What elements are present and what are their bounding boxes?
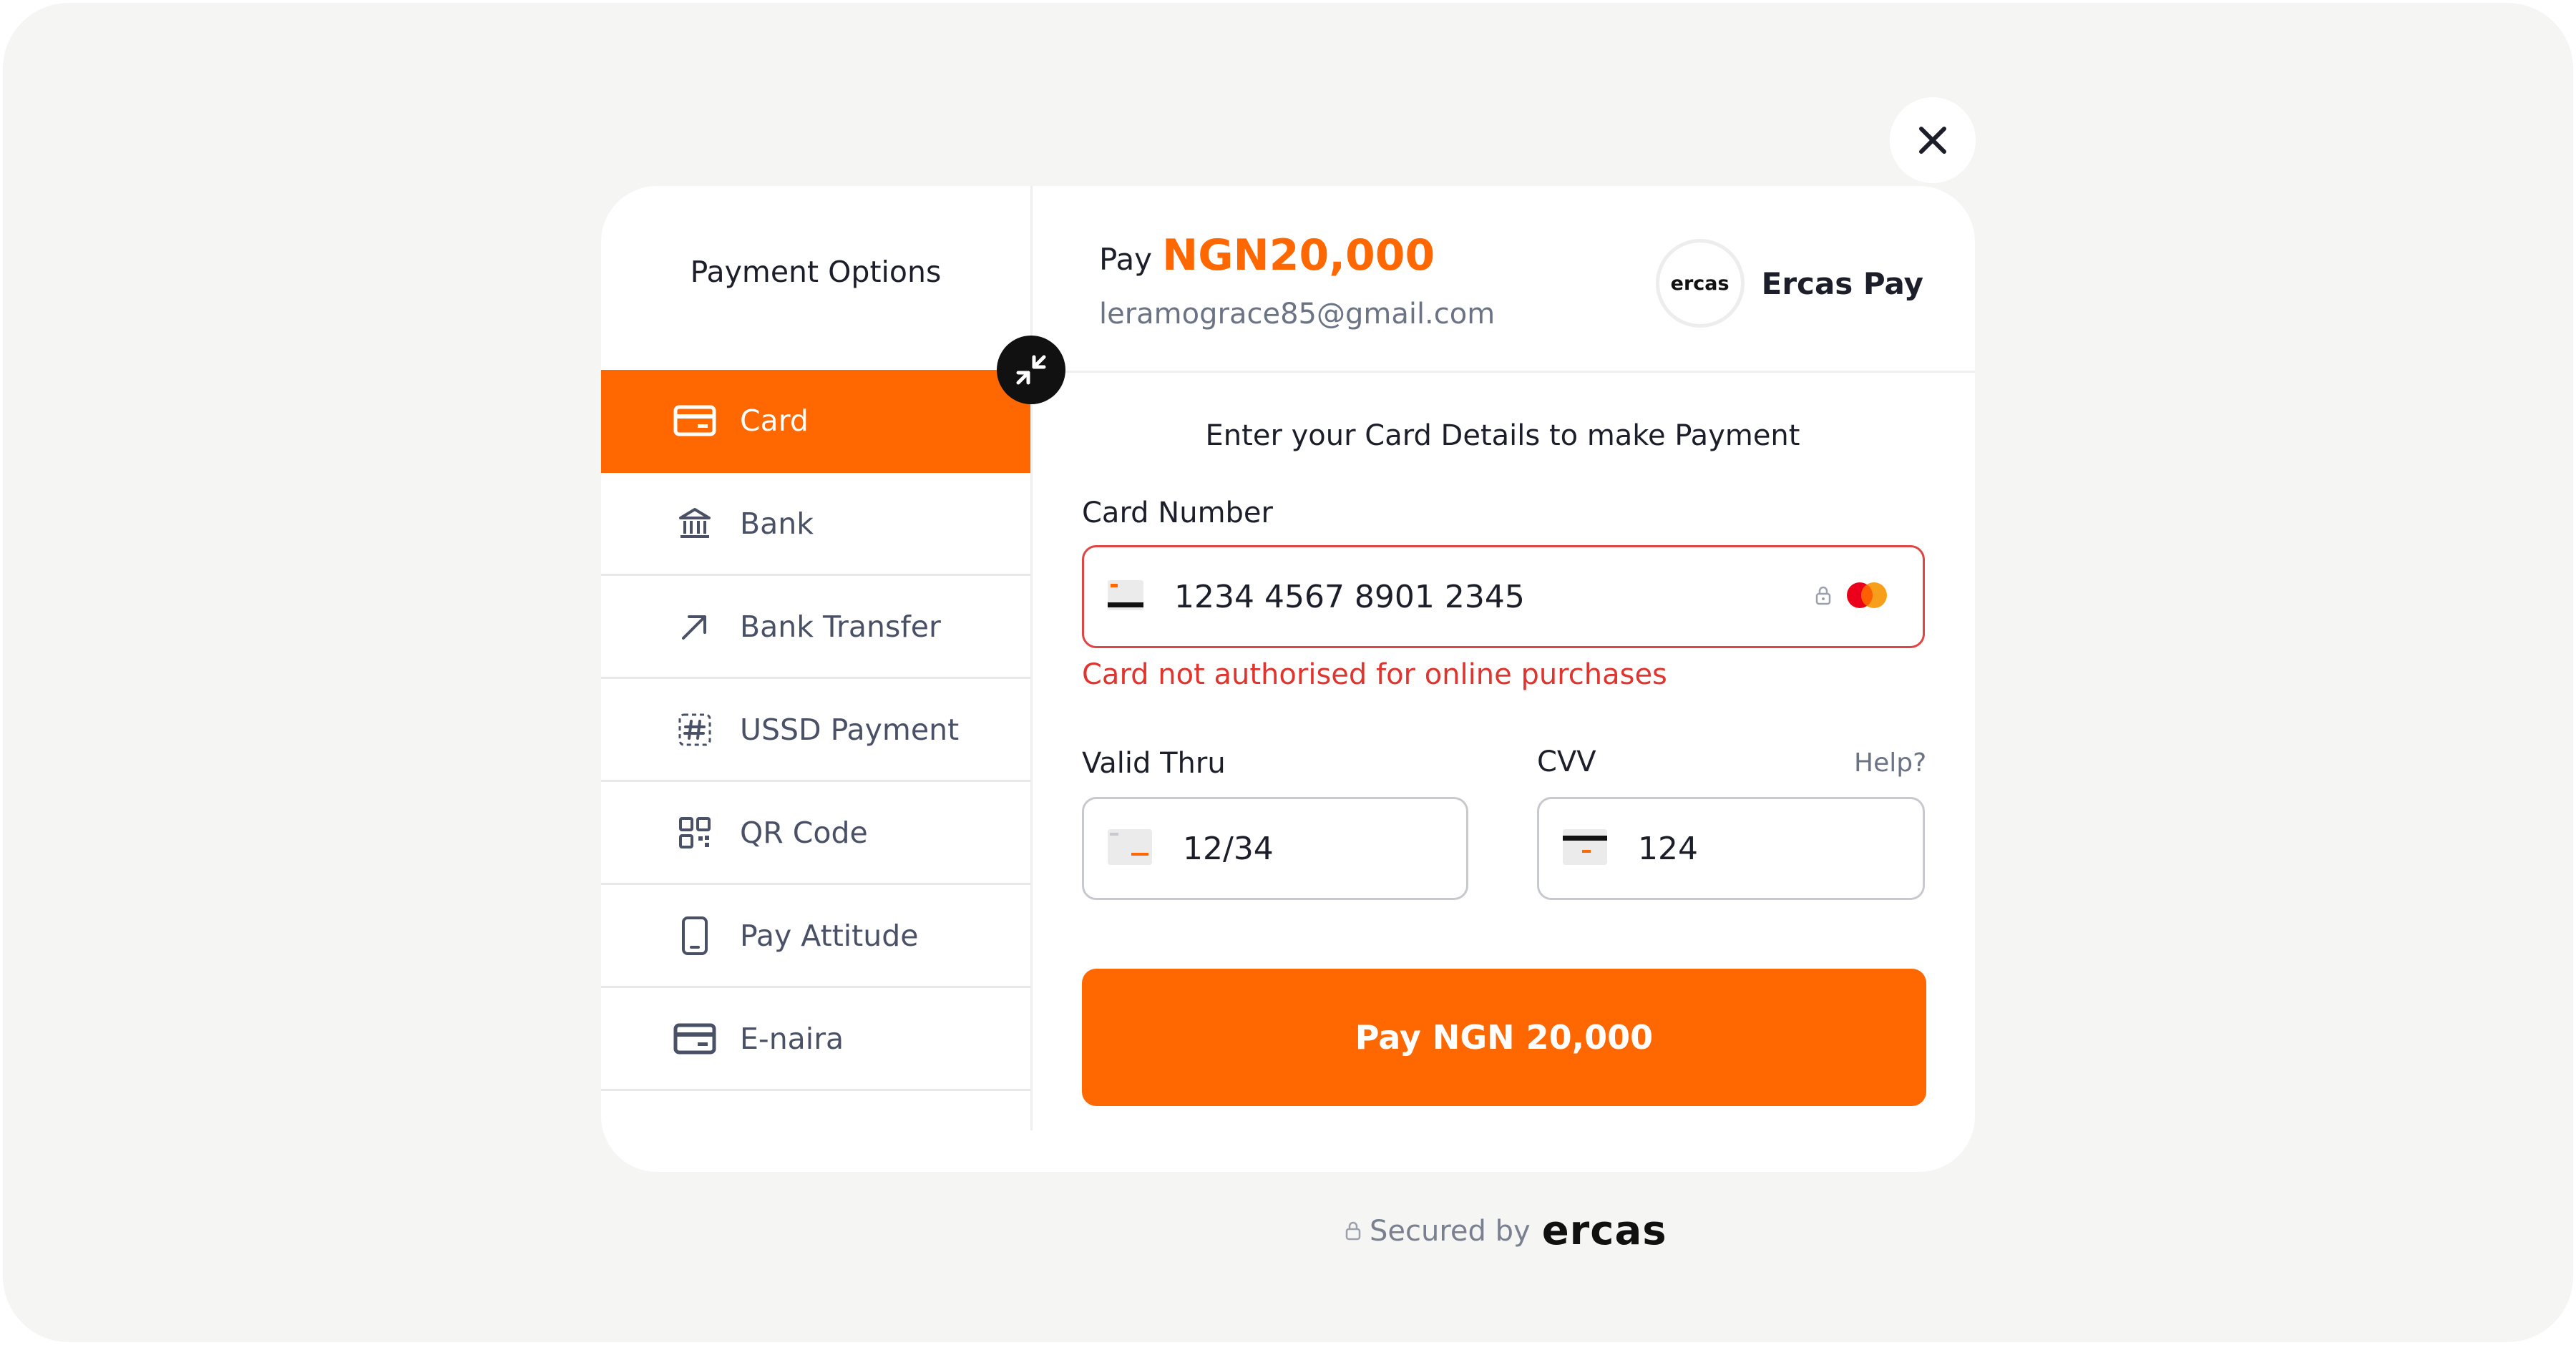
sidebar-item-label: E-naira <box>740 1021 844 1056</box>
card-number-label: Card Number <box>1082 497 1273 529</box>
credit-card-icon <box>673 1017 717 1061</box>
lock-icon <box>1815 585 1831 608</box>
sidebar-item-label: USSD Payment <box>740 712 960 747</box>
sidebar-item-bank[interactable]: Bank <box>601 473 1030 576</box>
cvv-label: CVV <box>1537 745 1596 778</box>
sidebar-item-label: Bank Transfer <box>740 609 941 644</box>
card-back-icon <box>1562 828 1608 869</box>
bank-icon <box>673 502 717 546</box>
sidebar-item-label: Bank <box>740 506 814 541</box>
form-instruction: Enter your Card Details to make Payment <box>1205 419 1800 452</box>
payment-options-sidebar: Payment Options Card Bank Bank Transfer <box>601 186 1033 1130</box>
card-expiry-icon <box>1107 828 1153 869</box>
valid-thru-label: Valid Thru <box>1082 747 1226 780</box>
merchant-logo: ercas <box>1655 239 1745 328</box>
sidebar-item-card[interactable]: Card <box>601 370 1030 473</box>
sidebar-item-label: Card <box>740 403 809 438</box>
sidebar-item-pay-attitude[interactable]: Pay Attitude <box>601 885 1030 988</box>
hashtag-icon <box>673 708 717 752</box>
valid-thru-field[interactable] <box>1082 797 1575 900</box>
qr-code-icon <box>673 811 717 855</box>
pay-amount: NGN20,000 <box>1162 230 1435 280</box>
mastercard-icon <box>1844 581 1890 612</box>
pay-label: Pay <box>1099 242 1153 277</box>
secured-footer: Secured by ercas <box>1345 1208 1667 1254</box>
close-icon <box>1919 127 1946 154</box>
collapse-icon <box>1016 355 1046 385</box>
sidebar-item-label: Pay Attitude <box>740 918 919 953</box>
credit-card-icon <box>673 398 717 443</box>
ercas-logo: ercas <box>1541 1208 1667 1254</box>
card-number-field[interactable] <box>1082 545 1925 648</box>
lock-icon <box>1345 1215 1361 1248</box>
collapse-button[interactable] <box>997 336 1065 404</box>
secured-by-label: Secured by <box>1370 1214 1531 1248</box>
pay-amount-line: Pay NGN20,000 <box>1099 230 1435 280</box>
cvv-input[interactable] <box>1638 830 2030 867</box>
sidebar-item-label: QR Code <box>740 815 868 850</box>
pay-button[interactable]: Pay NGN 20,000 <box>1082 969 1926 1106</box>
payment-options-menu: Card Bank Bank Transfer USSD Payment QR … <box>601 370 1030 1091</box>
payment-header: Pay NGN20,000 leramograce85@gmail.com er… <box>1030 186 1975 373</box>
cvv-field[interactable] <box>1537 797 2030 900</box>
customer-email: leramograce85@gmail.com <box>1099 298 1496 331</box>
cvv-help-link[interactable]: Help? <box>1854 748 1926 778</box>
mobile-phone-icon <box>673 914 717 958</box>
valid-thru-input[interactable] <box>1183 830 1575 867</box>
sidebar-item-e-naira[interactable]: E-naira <box>601 988 1030 1091</box>
arrow-up-right-icon <box>673 605 717 649</box>
sidebar-item-bank-transfer[interactable]: Bank Transfer <box>601 576 1030 679</box>
card-error-message: Card not authorised for online purchases <box>1082 658 1667 691</box>
merchant-name: Ercas Pay <box>1761 265 1923 301</box>
merchant-info: ercas Ercas Pay <box>1655 239 1923 328</box>
sidebar-title: Payment Options <box>690 255 942 289</box>
close-button[interactable] <box>1890 97 1976 183</box>
card-front-icon <box>1107 579 1144 614</box>
card-number-input[interactable] <box>1174 578 1815 615</box>
sidebar-item-qr-code[interactable]: QR Code <box>601 782 1030 885</box>
sidebar-item-ussd[interactable]: USSD Payment <box>601 679 1030 782</box>
